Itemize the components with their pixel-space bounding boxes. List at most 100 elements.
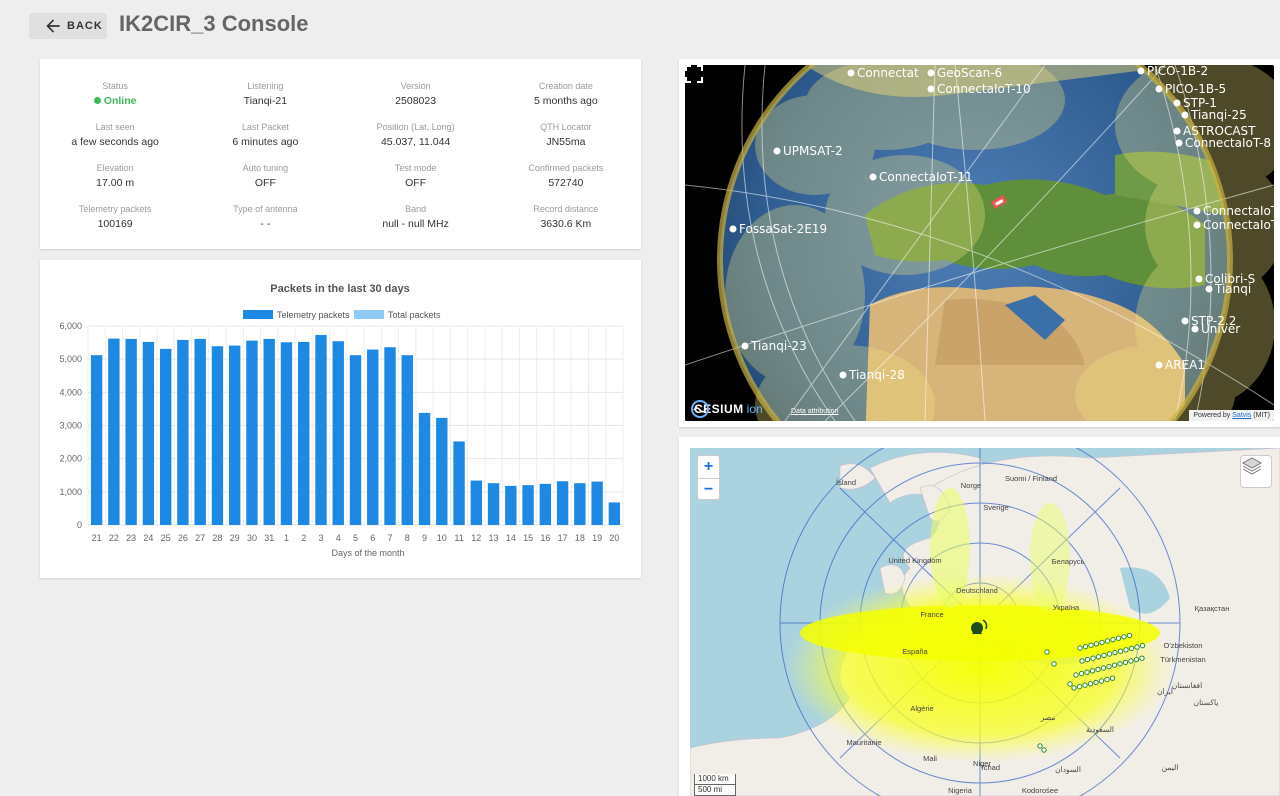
- satellite-label[interactable]: ConnectaIoT-8: [1185, 136, 1271, 150]
- packet-point[interactable]: [1051, 661, 1057, 667]
- legend-swatch[interactable]: [354, 310, 384, 319]
- legend-label[interactable]: Total packets: [388, 310, 441, 320]
- legend-label[interactable]: Telemetry packets: [277, 310, 350, 320]
- packet-point[interactable]: [1090, 655, 1096, 661]
- chart-bar[interactable]: [125, 338, 137, 525]
- chart-bar[interactable]: [194, 338, 206, 525]
- satvis-link[interactable]: Satvis: [1232, 412, 1251, 419]
- satellite-marker-icon[interactable]: [1175, 139, 1183, 147]
- chart-bar[interactable]: [401, 355, 413, 525]
- zoom-out-button[interactable]: −: [698, 478, 719, 500]
- packet-point[interactable]: [1084, 656, 1091, 663]
- satellite-marker-icon[interactable]: [1191, 325, 1199, 333]
- packet-point[interactable]: [1128, 658, 1134, 664]
- chart-bar[interactable]: [280, 342, 293, 525]
- packet-point[interactable]: [1104, 638, 1111, 644]
- packet-point[interactable]: [1123, 647, 1129, 653]
- packet-point[interactable]: [1044, 649, 1050, 655]
- satellite-marker-icon[interactable]: [1181, 111, 1189, 119]
- satellite-marker-icon[interactable]: [741, 342, 749, 350]
- satellite-marker-icon[interactable]: [773, 147, 781, 155]
- chart-bar[interactable]: [384, 347, 396, 525]
- satellite-label[interactable]: Connectat: [857, 66, 919, 80]
- chart-bar[interactable]: [315, 334, 327, 525]
- packet-point[interactable]: [1122, 659, 1129, 666]
- packet-point[interactable]: [1089, 668, 1096, 674]
- packet-point[interactable]: [1134, 644, 1140, 650]
- chart-bar[interactable]: [298, 341, 310, 525]
- satellite-label[interactable]: UPMSAT-2: [783, 144, 843, 158]
- chart-bar[interactable]: [470, 480, 483, 525]
- packet-point[interactable]: [1071, 685, 1077, 691]
- packet-point[interactable]: [1088, 642, 1094, 648]
- satellite-marker-icon[interactable]: [1155, 361, 1163, 369]
- packet-point[interactable]: [1076, 683, 1083, 690]
- packet-point[interactable]: [1121, 634, 1127, 640]
- packet-point[interactable]: [1099, 639, 1105, 646]
- legend-swatch[interactable]: [243, 310, 273, 319]
- packet-point[interactable]: [1037, 743, 1043, 749]
- chart-bar[interactable]: [349, 355, 362, 525]
- packet-point[interactable]: [1078, 670, 1085, 677]
- packet-point[interactable]: [1084, 669, 1090, 675]
- satellite-label[interactable]: Tianqi-28: [848, 368, 905, 382]
- packet-point[interactable]: [1109, 675, 1116, 681]
- packet-point[interactable]: [1106, 663, 1112, 670]
- satellite-label[interactable]: ConnectaIoT-6: [1203, 204, 1274, 218]
- chart-bar[interactable]: [453, 441, 465, 525]
- satellite-marker-icon[interactable]: [1193, 207, 1201, 215]
- packet-point[interactable]: [1106, 651, 1113, 657]
- chart-bar[interactable]: [556, 481, 569, 525]
- satellite-marker-icon[interactable]: [1205, 285, 1213, 293]
- chart-bar[interactable]: [228, 345, 241, 525]
- satellite-marker-icon[interactable]: [847, 69, 855, 77]
- chart-bar[interactable]: [505, 485, 517, 525]
- packet-point[interactable]: [1111, 662, 1118, 668]
- satellite-label[interactable]: FossaSat-2E19: [739, 222, 827, 236]
- packet-point[interactable]: [1133, 656, 1140, 663]
- data-attribution-link[interactable]: Data attribution: [791, 408, 838, 415]
- chart-bar[interactable]: [522, 485, 534, 525]
- satellite-label[interactable]: AREA1: [1165, 358, 1205, 372]
- chart-bar[interactable]: [418, 412, 431, 525]
- packet-point[interactable]: [1073, 672, 1079, 678]
- satellite-label[interactable]: Tianqi: [1214, 282, 1251, 296]
- packet-point[interactable]: [1087, 681, 1094, 687]
- satellite-marker-icon[interactable]: [1173, 127, 1181, 135]
- chart-bar[interactable]: [574, 483, 586, 525]
- packet-point[interactable]: [1115, 635, 1122, 641]
- chart-bar[interactable]: [436, 417, 448, 525]
- chart-bar[interactable]: [211, 346, 224, 525]
- coverage-map-view[interactable]: Ísland Norge Suomi / Finland Sverige United …: [690, 448, 1280, 796]
- satellite-marker-icon[interactable]: [1173, 99, 1181, 107]
- zoom-in-button[interactable]: +: [698, 456, 719, 478]
- satellite-marker-icon[interactable]: [869, 173, 877, 181]
- satellite-marker-icon[interactable]: [839, 371, 847, 379]
- chart-bar[interactable]: [159, 348, 172, 525]
- packet-point[interactable]: [1100, 665, 1107, 671]
- packet-point[interactable]: [1110, 636, 1116, 643]
- chart-bar[interactable]: [177, 339, 189, 525]
- satellite-label[interactable]: ConnectaIoT-11: [879, 170, 973, 184]
- packet-point[interactable]: [1101, 652, 1107, 659]
- packet-point[interactable]: [1077, 645, 1083, 651]
- satellite-marker-icon[interactable]: [1193, 221, 1201, 229]
- satellite-marker-icon[interactable]: [729, 225, 737, 233]
- satellite-label[interactable]: ConnectaIoT-10: [937, 82, 1031, 96]
- packet-point[interactable]: [1112, 649, 1118, 656]
- packet-point[interactable]: [1117, 661, 1123, 667]
- packet-point[interactable]: [1082, 643, 1089, 650]
- satellite-label[interactable]: GeoScan-6: [937, 66, 1002, 80]
- chart-bar[interactable]: [263, 338, 275, 525]
- back-button[interactable]: BACK: [29, 13, 107, 39]
- chart-bar[interactable]: [246, 340, 258, 525]
- chart-bar[interactable]: [608, 502, 621, 525]
- satellite-marker-icon[interactable]: [1181, 317, 1189, 325]
- satellite-label[interactable]: ConnectaIoT-3: [1203, 218, 1274, 232]
- packet-point[interactable]: [1128, 645, 1135, 652]
- chart-bar[interactable]: [142, 341, 155, 525]
- satellite-marker-icon[interactable]: [927, 85, 935, 93]
- satellite-marker-icon[interactable]: [1137, 67, 1145, 75]
- chart-bar[interactable]: [539, 483, 552, 525]
- packet-point[interactable]: [1082, 682, 1088, 688]
